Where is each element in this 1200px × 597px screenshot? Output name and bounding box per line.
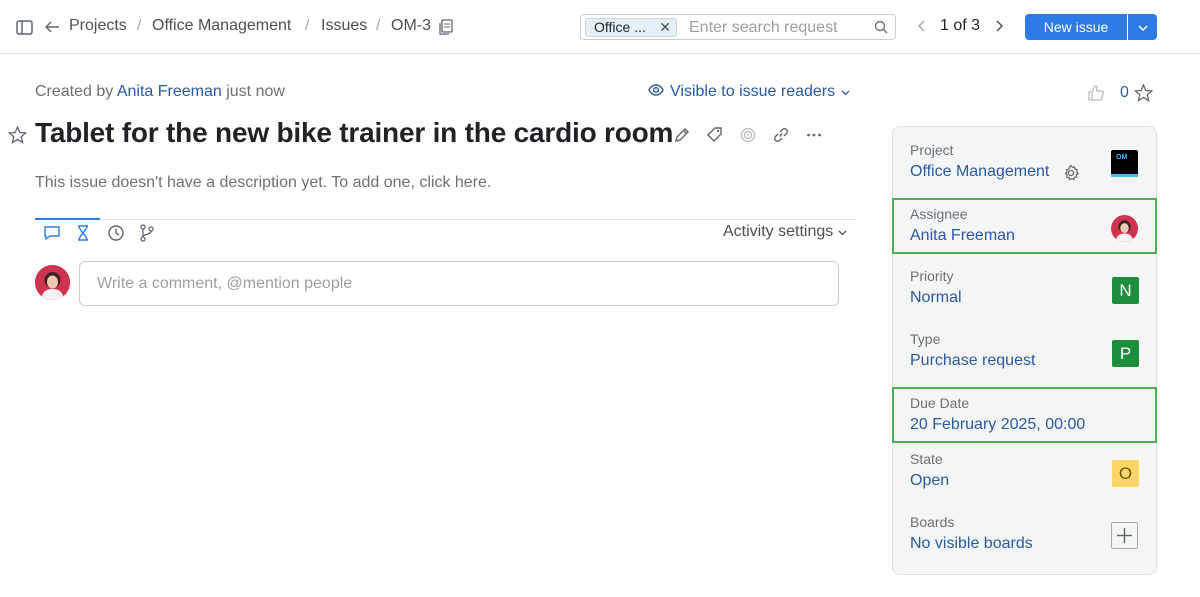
hourglass-icon[interactable] [74, 224, 92, 247]
comment-input[interactable]: Write a comment, @mention people [79, 261, 839, 306]
created-prefix: Created by [35, 83, 114, 100]
top-bar: Projects / Office Management / Issues / … [0, 0, 1200, 54]
ai-assist-icon[interactable] [739, 126, 757, 144]
vcs-branch-icon[interactable] [138, 224, 156, 247]
eye-icon [648, 83, 664, 101]
search-icon[interactable] [874, 20, 888, 39]
link-icon[interactable] [772, 126, 790, 144]
vote-count: 0 [1120, 84, 1129, 101]
star-icon[interactable] [1133, 83, 1154, 107]
field-label: Priority [910, 268, 954, 284]
chevron-right-icon[interactable] [993, 19, 1005, 33]
tabs-divider [35, 219, 856, 220]
avatar [1111, 215, 1138, 242]
project-logo-text: OM [1116, 154, 1128, 161]
more-icon[interactable] [805, 126, 823, 144]
close-icon[interactable]: ✕ [659, 19, 671, 36]
created-info: Created by Anita Freeman just now [35, 83, 285, 101]
issue-title[interactable]: Tablet for the new bike trainer in the c… [35, 117, 673, 149]
field-assignee[interactable]: Assignee Anita Freeman [892, 198, 1157, 254]
copy-icon[interactable] [438, 18, 454, 36]
thumbs-up-icon[interactable] [1087, 84, 1105, 107]
avatar [35, 265, 70, 300]
project-logo: OM [1111, 150, 1138, 177]
breadcrumb-separator: / [137, 17, 142, 34]
field-value[interactable]: Normal [910, 289, 962, 307]
field-label: Due Date [910, 395, 970, 411]
field-value[interactable]: Anita Freeman [910, 227, 1015, 245]
search-filter-chip[interactable]: Office ... ✕ [585, 18, 677, 37]
new-issue-button[interactable]: New issue [1025, 14, 1127, 40]
field-label: State [910, 451, 943, 467]
breadcrumb-separator: / [376, 17, 381, 34]
comment-placeholder: Write a comment, @mention people [97, 275, 353, 292]
breadcrumb-separator: / [305, 17, 310, 34]
field-label: Project [910, 142, 954, 158]
visibility-label: Visible to issue readers [670, 83, 836, 100]
visibility-dropdown[interactable]: Visible to issue readers [648, 83, 850, 101]
sidebar-toggle-icon[interactable] [15, 18, 33, 36]
breadcrumb-issues[interactable]: Issues [321, 17, 367, 35]
pencil-icon[interactable] [673, 126, 691, 144]
chevron-down-icon [838, 223, 847, 241]
field-label: Boards [910, 514, 955, 530]
breadcrumb-projects[interactable]: Projects [69, 17, 127, 35]
chevron-down-icon [841, 83, 850, 101]
activity-settings-dropdown[interactable]: Activity settings [723, 223, 847, 241]
search-box[interactable]: Office ... ✕ Enter search request [580, 14, 896, 40]
add-board-button[interactable] [1111, 522, 1138, 549]
type-badge: P [1112, 340, 1139, 367]
breadcrumb-issue-id[interactable]: OM-3 [391, 17, 431, 35]
field-label: Assignee [910, 206, 968, 222]
chevron-down-icon [1137, 18, 1148, 36]
gear-icon[interactable] [1062, 164, 1080, 187]
star-icon[interactable] [7, 125, 28, 149]
pager-text: 1 of 3 [940, 17, 981, 34]
state-badge: O [1112, 460, 1139, 487]
field-value[interactable]: Office Management [910, 163, 1049, 181]
author-link[interactable]: Anita Freeman [117, 83, 222, 100]
field-value[interactable]: No visible boards [910, 535, 1033, 553]
back-arrow-icon[interactable] [43, 18, 61, 36]
breadcrumb-office-management[interactable]: Office Management [152, 17, 291, 35]
field-label: Type [910, 331, 941, 347]
chevron-left-icon[interactable] [916, 19, 928, 33]
field-value[interactable]: 20 February 2025, 00:00 [910, 416, 1085, 434]
search-chip-label: Office ... [594, 19, 646, 35]
created-when: just now [226, 83, 285, 100]
history-icon[interactable] [107, 224, 125, 247]
new-issue-dropdown-button[interactable] [1128, 14, 1157, 40]
field-priority[interactable]: Priority Normal N [892, 252, 1157, 308]
search-input[interactable]: Enter search request [689, 19, 838, 37]
field-value[interactable]: Purchase request [910, 352, 1035, 370]
activity-settings-label: Activity settings [723, 223, 834, 240]
field-state[interactable]: State Open O [892, 435, 1157, 491]
description-placeholder[interactable]: This issue doesn't have a description ye… [35, 174, 491, 192]
comments-tab-icon[interactable] [43, 224, 61, 247]
active-tab-indicator [35, 218, 100, 220]
field-type[interactable]: Type Purchase request P [892, 315, 1157, 371]
field-value[interactable]: Open [910, 472, 949, 490]
priority-badge: N [1112, 277, 1139, 304]
tag-icon[interactable] [706, 126, 724, 144]
plus-icon [1112, 528, 1137, 552]
